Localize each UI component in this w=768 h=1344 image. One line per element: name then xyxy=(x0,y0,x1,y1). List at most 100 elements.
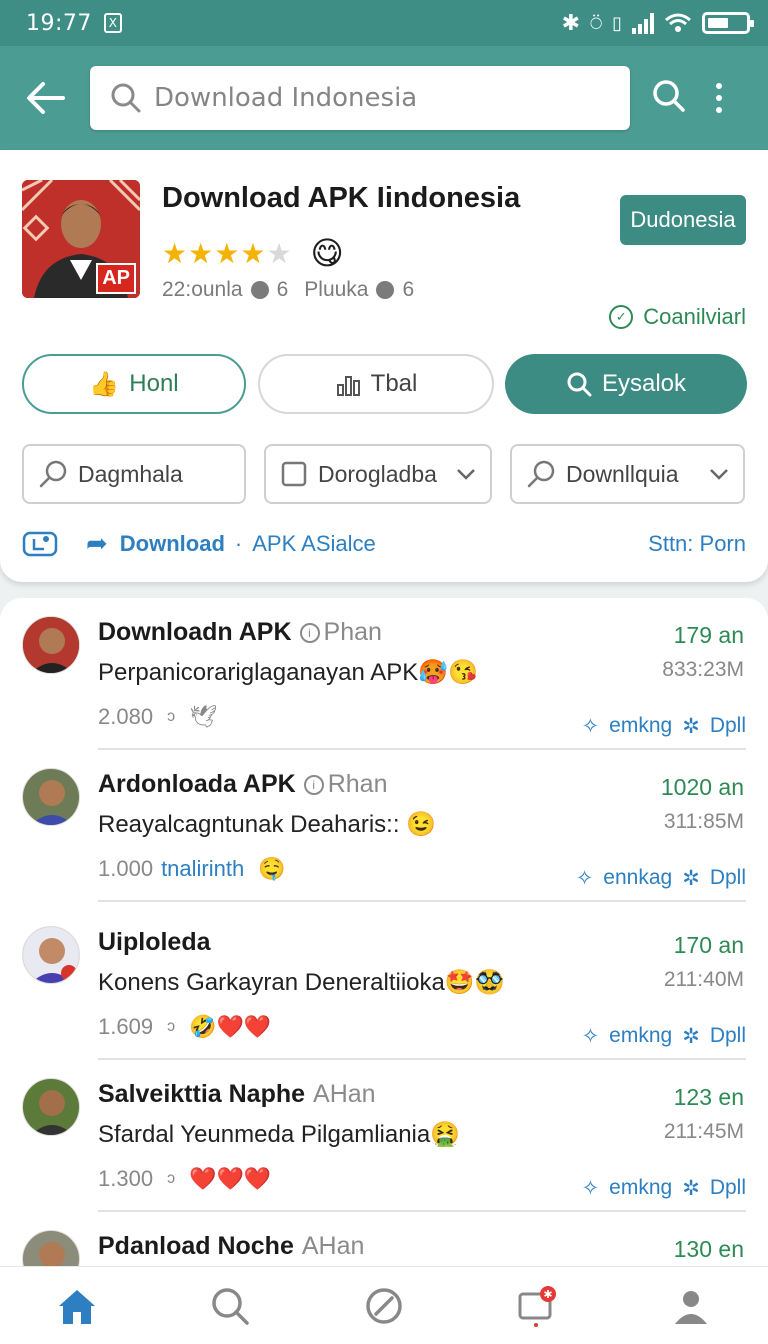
chart-button[interactable]: Tbal xyxy=(258,354,494,414)
list-item[interactable]: Uiploleda Konens Garkayran Deneraltiioka… xyxy=(0,908,768,1060)
like-button[interactable]: 👍 Honl xyxy=(22,354,246,414)
chart-icon xyxy=(336,376,360,396)
avatar[interactable] xyxy=(22,1078,80,1136)
search-action-button[interactable]: Eysalok xyxy=(505,354,747,414)
post-actions: ✧ emkng ✲ Dpll xyxy=(582,1176,746,1201)
star-icon: ★ xyxy=(188,236,215,270)
app-bar xyxy=(0,46,768,150)
notification-x-icon: X xyxy=(103,13,122,33)
avatar[interactable] xyxy=(22,616,80,674)
back-arrow-icon[interactable] xyxy=(0,81,90,115)
author-name: Uiploleda xyxy=(98,928,211,956)
author-tag-text: Rhan xyxy=(327,770,388,798)
post-emoji: 🤩🥸 xyxy=(444,969,505,996)
post-text: Perpanicorariglaganayan APK xyxy=(98,659,419,686)
post-message: Reayalcagntunak Deaharis:: 😉 xyxy=(98,810,436,839)
app-icon-badge: AP xyxy=(96,263,136,294)
download-link[interactable]: Dpll xyxy=(710,866,746,891)
meta-num: 6 xyxy=(276,278,289,301)
sort-selector[interactable]: Sttn: Porn xyxy=(648,531,746,557)
filter-search[interactable]: Dagmhala xyxy=(22,444,246,504)
tag-row: ➦ Download · APK ASialce Sttn: Porn xyxy=(22,528,746,559)
region-button[interactable]: Dudonesia xyxy=(620,195,746,245)
post-stats: 2.080 ↄ 🕊 xyxy=(98,704,217,730)
battery-icon xyxy=(702,12,754,34)
compass-icon[interactable] xyxy=(354,1276,414,1336)
download-link[interactable]: Dpll xyxy=(710,714,746,739)
action-link[interactable]: emkng xyxy=(609,1176,672,1201)
signal-icon xyxy=(632,12,654,34)
profile-icon[interactable] xyxy=(661,1276,721,1336)
post-author: Pdanload Noche AHan xyxy=(98,1232,364,1261)
download-link[interactable]: Download xyxy=(120,531,225,557)
meta-text: Pluuka xyxy=(304,278,369,301)
list-item[interactable]: Downloadn APK i Phan Perpanicorariglagana… xyxy=(0,598,768,750)
avatar[interactable] xyxy=(22,768,80,826)
search-icon[interactable] xyxy=(652,79,686,117)
app-icon[interactable]: AP xyxy=(22,180,140,298)
compatibility-label: ✓ Coanilviarl xyxy=(609,304,746,330)
notification-icon[interactable]: ✱ xyxy=(508,1276,568,1336)
app-store-icon[interactable] xyxy=(22,529,58,559)
chevron-down-icon xyxy=(457,469,475,480)
star-outline-icon: ✧ xyxy=(581,715,600,738)
chart-label: Tbal xyxy=(370,370,418,397)
list-item[interactable]: Ardonloada APK i Rhan Reayalcagntunak Dea… xyxy=(0,750,768,902)
post-text: Reayalcagntunak Deaharis:: xyxy=(98,811,400,838)
filter-label: Dagmhala xyxy=(78,460,183,487)
search-icon xyxy=(567,372,592,397)
star-empty-icon: ★ xyxy=(266,236,293,270)
search-action-label: Eysalok xyxy=(601,370,687,397)
post-emoji: 🤮 xyxy=(430,1121,461,1148)
search-icon[interactable] xyxy=(200,1276,260,1336)
meta-text: 22:ounla xyxy=(162,278,243,301)
check-circle-icon: ✓ xyxy=(609,305,634,329)
svg-text:✱: ✱ xyxy=(543,1288,552,1301)
sparkle-icon: ✲ xyxy=(682,1025,700,1048)
more-vert-icon[interactable] xyxy=(716,83,722,113)
sparkle-icon: ✲ xyxy=(682,715,700,738)
sparkle-icon: ✲ xyxy=(682,1177,700,1200)
filter-label: Dorogladba xyxy=(318,460,437,487)
post-extra-emoji: ❤️❤️❤️ xyxy=(189,1166,272,1191)
action-link[interactable]: ennkag xyxy=(603,866,672,891)
avatar[interactable] xyxy=(22,926,80,984)
star-outline-icon: ✧ xyxy=(581,1177,600,1200)
post-extra-emoji: 🤤 xyxy=(258,856,286,881)
star-outline-icon: ✧ xyxy=(575,867,594,890)
filter-dropdown[interactable]: Downllquia xyxy=(510,444,745,504)
post-author: Downloadn APK i Phan xyxy=(98,618,382,647)
author-tag: AHan xyxy=(301,1232,365,1260)
author-name: Downloadn APK xyxy=(98,618,292,646)
post-time: 179 an xyxy=(673,622,744,648)
author-name: Pdanload Noche xyxy=(98,1232,294,1260)
app-meta: 22:ounla 6 Pluuka 6 xyxy=(162,278,414,302)
data-icon: ▯ xyxy=(612,12,622,34)
download-link[interactable]: Dpll xyxy=(710,1176,746,1201)
download-link[interactable]: Dpll xyxy=(710,1024,746,1049)
status-icons: ✱ ⍥ ▯ xyxy=(562,11,754,36)
list-item[interactable]: Salveikttia Naphe AHan Sfardal Yeunmeda … xyxy=(0,1060,768,1212)
filter-dropdown[interactable]: Dorogladba xyxy=(264,444,492,504)
search-input[interactable] xyxy=(154,83,594,113)
post-count: 1.300 xyxy=(98,1166,154,1191)
post-actions: ✧ ennkag ✲ Dpll xyxy=(576,866,746,891)
search-box[interactable] xyxy=(90,66,630,130)
post-link[interactable]: tnalirinth xyxy=(161,856,244,882)
action-link[interactable]: emkng xyxy=(609,714,672,739)
action-link[interactable]: emkng xyxy=(609,1024,672,1049)
author-name: Salveikttia Naphe xyxy=(98,1080,306,1108)
post-author: Ardonloada APK i Rhan xyxy=(98,770,387,799)
bottom-nav: ✱ xyxy=(0,1266,768,1344)
clock-icon xyxy=(250,281,269,299)
post-stats: 1.000 tnalirinth 🤤 xyxy=(98,856,286,882)
post-message: Konens Garkayran Deneraltiioka🤩🥸 xyxy=(98,968,505,997)
meta-num: 6 xyxy=(402,278,415,301)
home-icon[interactable] xyxy=(47,1276,107,1336)
author-tag: i Phan xyxy=(299,618,382,647)
post-list: Downloadn APK i Phan Perpanicorariglagana… xyxy=(0,598,768,1278)
apk-link[interactable]: APK ASialce xyxy=(252,531,376,557)
thumbs-up-icon: 👍 xyxy=(89,370,120,398)
search-icon xyxy=(39,460,67,488)
post-text: Sfardal Yeunmeda Pilgamliania xyxy=(98,1121,431,1148)
